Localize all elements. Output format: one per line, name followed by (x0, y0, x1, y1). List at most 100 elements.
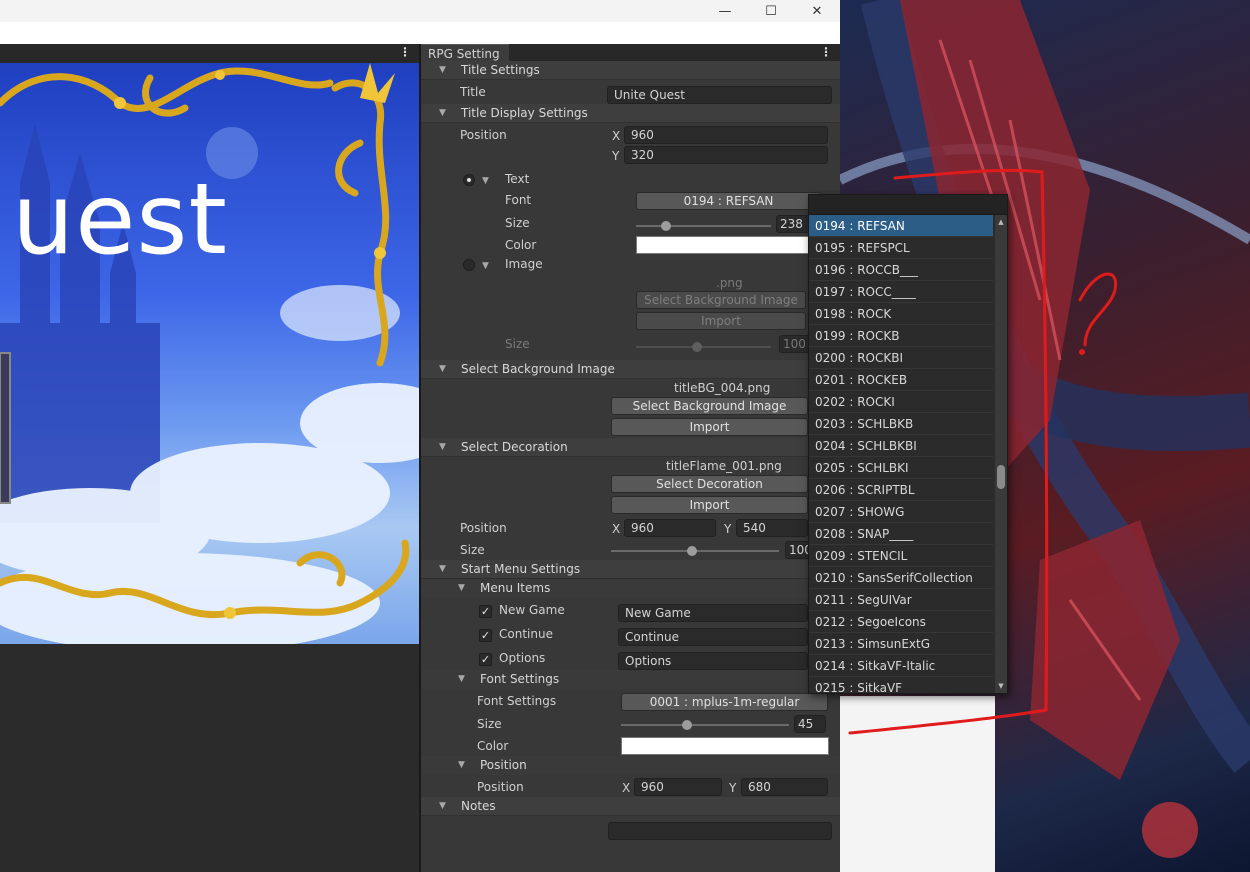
image-size-input[interactable]: 100 (779, 335, 811, 353)
font-option-item[interactable]: 0196 : ROCCB___ (809, 259, 993, 281)
image-size-slider-track[interactable] (636, 346, 771, 348)
maximize-icon[interactable]: ☐ (748, 0, 794, 22)
fold-arrow-icon: ▼ (458, 583, 465, 593)
menu-size-input[interactable]: 45 (794, 715, 826, 733)
game-view-menu-icon[interactable]: ⋮ (399, 45, 411, 59)
font-label: Font (505, 193, 532, 207)
notes-input[interactable] (608, 822, 832, 840)
select-background-image-header[interactable]: ▼ Select Background Image (421, 360, 840, 379)
font-option-item[interactable]: 0202 : ROCKI (809, 391, 993, 413)
menu-color-label: Color (477, 739, 509, 753)
text-size-slider-track[interactable] (636, 225, 771, 227)
dropdown-search-field[interactable] (809, 195, 1007, 215)
decoration-size-slider-knob[interactable] (686, 546, 697, 556)
image-mode-radio[interactable] (463, 259, 475, 271)
fold-arrow-icon: ▼ (458, 674, 465, 684)
title-display-settings-header[interactable]: ▼ Title Display Settings (421, 104, 840, 123)
text-mode-radio[interactable] (463, 174, 475, 186)
select-decoration-header[interactable]: ▼ Select Decoration (421, 438, 840, 457)
foldout-label: Font Settings (480, 672, 560, 686)
title-settings-header[interactable]: ▼ Title Settings (421, 61, 840, 80)
fold-arrow-icon[interactable]: ▼ (482, 261, 489, 271)
section-label: Title Settings (461, 63, 540, 77)
font-option-item[interactable]: 0205 : SCHLBKI (809, 457, 993, 479)
menu-color-swatch[interactable] (621, 737, 829, 755)
decoration-size-label: Size (460, 543, 485, 557)
font-settings-foldout[interactable]: ▼ Font Settings (421, 670, 840, 689)
menu-font-dropdown-button[interactable]: 0001 : mplus-1m-regular (621, 693, 828, 711)
section-label: Start Menu Settings (461, 562, 581, 576)
options-checkbox[interactable]: ✓ (479, 653, 492, 666)
background-import-button[interactable]: Import (611, 418, 808, 436)
font-option-item[interactable]: 0207 : SHOWG (809, 501, 993, 523)
select-background-image-button[interactable]: Select Background Image (611, 397, 808, 415)
text-size-slider-knob[interactable] (660, 221, 671, 231)
menu-position-x-input[interactable]: 960 (634, 778, 722, 796)
game-title-text: uest (12, 163, 228, 277)
select-bg-image-button-disabled[interactable]: Select Background Image (636, 291, 806, 309)
font-option-item[interactable]: 0209 : STENCIL (809, 545, 993, 567)
section-label: Title Display Settings (461, 106, 588, 120)
image-size-slider-knob[interactable] (691, 342, 702, 352)
minimize-icon[interactable]: — (702, 0, 748, 22)
title-screen-artwork (0, 63, 419, 644)
scrollbar-thumb[interactable] (997, 465, 1005, 489)
font-option-item[interactable]: 0204 : SCHLBKBI (809, 435, 993, 457)
font-option-item[interactable]: 0211 : SegUIVar (809, 589, 993, 611)
scroll-up-icon[interactable]: ▲ (995, 216, 1007, 228)
fold-arrow-icon[interactable]: ▼ (482, 176, 489, 186)
import-button-disabled[interactable]: Import (636, 312, 806, 330)
font-option-item[interactable]: 0208 : SNAP____ (809, 523, 993, 545)
title-input[interactable]: Unite Quest (607, 86, 832, 104)
font-option-item[interactable]: 0201 : ROCKEB (809, 369, 993, 391)
select-decoration-button[interactable]: Select Decoration (611, 475, 808, 493)
inspector-menu-icon[interactable]: ⋮ (820, 45, 832, 59)
decoration-position-label: Position (460, 521, 507, 535)
close-icon[interactable]: ✕ (794, 0, 840, 22)
font-option-item[interactable]: 0203 : SCHLBKB (809, 413, 993, 435)
new-game-text-input[interactable]: New Game (618, 604, 808, 622)
position-foldout[interactable]: ▼ Position (421, 756, 840, 775)
font-option-item[interactable]: 0195 : REFSPCL (809, 237, 993, 259)
menu-size-slider-knob[interactable] (681, 720, 692, 730)
text-size-input[interactable]: 238 (776, 215, 812, 233)
text-color-swatch[interactable] (636, 236, 811, 254)
font-option-item[interactable]: 0194 : REFSAN (809, 215, 993, 237)
continue-text-input[interactable]: Continue (618, 628, 808, 646)
font-option-item[interactable]: 0214 : SitkaVF-Italic (809, 655, 993, 677)
font-option-item[interactable]: 0210 : SansSerifCollection (809, 567, 993, 589)
font-option-item[interactable]: 0197 : ROCC____ (809, 281, 993, 303)
font-option-item[interactable]: 0198 : ROCK (809, 303, 993, 325)
scroll-down-icon[interactable]: ▼ (995, 680, 1007, 692)
decoration-import-button[interactable]: Import (611, 496, 808, 514)
font-option-item[interactable]: 0215 : SitkaVF (809, 677, 993, 693)
fold-arrow-icon: ▼ (439, 108, 446, 118)
font-option-item[interactable]: 0200 : ROCKBI (809, 347, 993, 369)
options-text-input[interactable]: Options (618, 652, 808, 670)
notes-header[interactable]: ▼ Notes (421, 797, 840, 816)
menu-position-y-input[interactable]: 680 (741, 778, 828, 796)
font-option-item[interactable]: 0213 : SimsunExtG (809, 633, 993, 655)
background-file-name: titleBG_004.png (674, 381, 771, 395)
font-option-item[interactable]: 0212 : SegoeIcons (809, 611, 993, 633)
x-label: X (612, 522, 621, 536)
text-label: Text (505, 172, 530, 186)
title-position-x-input[interactable]: 960 (624, 126, 828, 144)
game-view: uest (0, 63, 419, 644)
dropdown-scrollbar[interactable]: ▲ ▼ (995, 215, 1007, 693)
title-position-y-input[interactable]: 320 (624, 146, 828, 164)
new-game-checkbox[interactable]: ✓ (479, 605, 492, 618)
menu-size-slider-track[interactable] (621, 724, 789, 726)
font-dropdown-button[interactable]: 0194 : REFSAN (636, 192, 821, 210)
image-file-name: .png (716, 276, 743, 290)
y-label: Y (612, 149, 620, 163)
decoration-position-x-input[interactable]: 960 (624, 519, 716, 537)
font-option-item[interactable]: 0206 : SCRIPTBL (809, 479, 993, 501)
font-option-item[interactable]: 0199 : ROCKB (809, 325, 993, 347)
start-menu-settings-header[interactable]: ▼ Start Menu Settings (421, 560, 840, 579)
decoration-position-y-input[interactable]: 540 (736, 519, 808, 537)
fold-arrow-icon: ▼ (439, 564, 446, 574)
section-label: Select Background Image (461, 362, 615, 376)
menu-items-foldout[interactable]: ▼ Menu Items (421, 579, 840, 598)
continue-checkbox[interactable]: ✓ (479, 629, 492, 642)
